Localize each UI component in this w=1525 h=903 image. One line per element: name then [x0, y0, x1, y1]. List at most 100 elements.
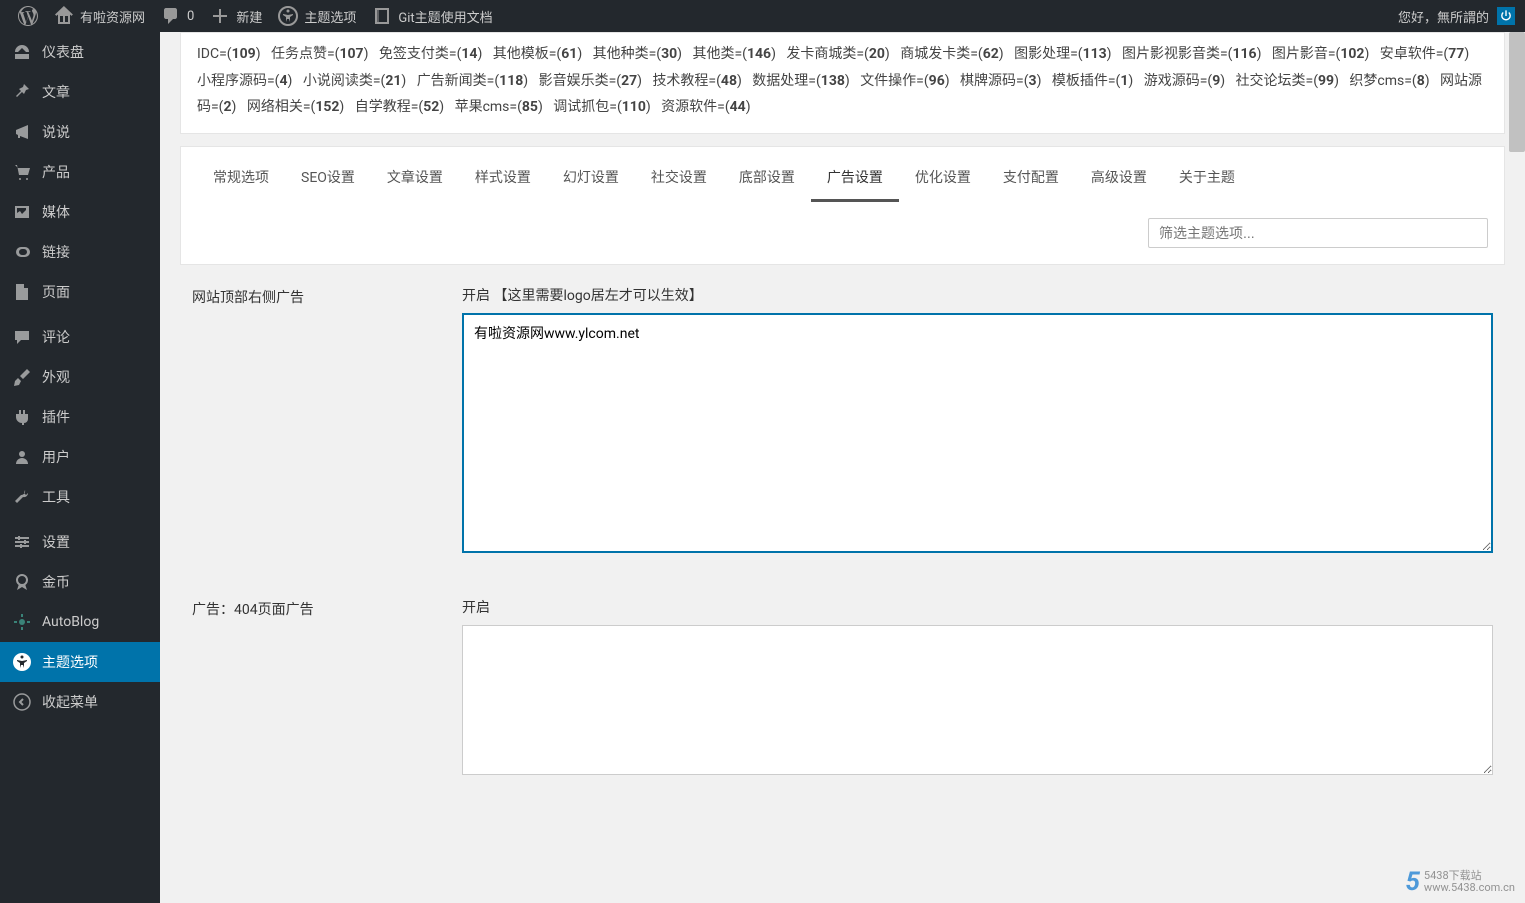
- greeting[interactable]: 您好，無所謂的: [1398, 7, 1489, 26]
- tag-item[interactable]: 广告新闻类=(118): [417, 73, 528, 89]
- page-icon: [12, 282, 32, 302]
- tab-item[interactable]: 社交设置: [635, 161, 723, 202]
- tag-item[interactable]: 发卡商城类=(20): [786, 46, 889, 62]
- tag-item[interactable]: 商城发卡类=(62): [900, 46, 1003, 62]
- theme-options-link[interactable]: 主题选项: [270, 0, 364, 32]
- field-title: 开启 【这里需要logo居左才可以生效】: [462, 285, 1493, 305]
- sidebar-item-label: 金币: [42, 572, 70, 592]
- top-right-ad-textarea[interactable]: [462, 313, 1493, 553]
- sidebar-item-label: 收起菜单: [42, 692, 98, 712]
- tag-item[interactable]: 棋牌源码=(3): [960, 73, 1041, 89]
- tab-item[interactable]: 常规选项: [197, 161, 285, 202]
- sidebar-item-label: 说说: [42, 122, 70, 142]
- tag-item[interactable]: 技术教程=(48): [652, 73, 741, 89]
- tag-item[interactable]: 数据处理=(138): [752, 73, 849, 89]
- sidebar-item-collapse[interactable]: 收起菜单: [0, 682, 160, 722]
- sidebar-item-link[interactable]: 链接: [0, 232, 160, 272]
- tab-item[interactable]: 高级设置: [1075, 161, 1163, 202]
- tab-item[interactable]: 幻灯设置: [547, 161, 635, 202]
- tag-item[interactable]: IDC=(109): [197, 46, 261, 62]
- tag-item[interactable]: 其他类=(146): [692, 46, 775, 62]
- watermark: 5 5438下载站 www.5438.com.cn: [1405, 867, 1515, 897]
- tab-item[interactable]: 样式设置: [459, 161, 547, 202]
- field-label: 广告：404页面广告: [192, 597, 432, 779]
- tag-item[interactable]: 资源软件=(44): [661, 99, 750, 115]
- tab-item[interactable]: 支付配置: [987, 161, 1075, 202]
- sidebar-item-label: 用户: [42, 447, 70, 467]
- tag-item[interactable]: 图片影视影音类=(116): [1122, 46, 1261, 62]
- tabs-nav: 常规选项SEO设置文章设置样式设置幻灯设置社交设置底部设置广告设置优化设置支付配…: [197, 147, 1488, 202]
- sidebar-item-brush[interactable]: 外观: [0, 357, 160, 397]
- book-icon: [372, 6, 392, 26]
- link-icon: [12, 242, 32, 262]
- comment-icon: [161, 6, 181, 26]
- sidebar-item-user[interactable]: 用户: [0, 437, 160, 477]
- tag-item[interactable]: 社交论坛类=(99): [1236, 73, 1339, 89]
- git-docs-label: Git主题使用文档: [398, 7, 492, 26]
- tab-item[interactable]: 关于主题: [1163, 161, 1251, 202]
- site-name-link[interactable]: 有啦资源网: [46, 0, 153, 32]
- sidebar-item-label: 文章: [42, 82, 70, 102]
- tag-item[interactable]: 影音娱乐类=(27): [539, 73, 642, 89]
- tag-item[interactable]: 小说阅读类=(21): [303, 73, 406, 89]
- tag-item[interactable]: 苹果cms=(85): [455, 99, 543, 115]
- user-icon: [12, 447, 32, 467]
- sidebar-item-cart[interactable]: 产品: [0, 152, 160, 192]
- tag-item[interactable]: 织梦cms=(8): [1349, 73, 1429, 89]
- tab-item[interactable]: 优化设置: [899, 161, 987, 202]
- tab-item[interactable]: 文章设置: [371, 161, 459, 202]
- megaphone-icon: [12, 122, 32, 142]
- filter-input[interactable]: [1148, 218, 1488, 248]
- autoblog-icon: [12, 612, 32, 632]
- tag-item[interactable]: 安卓软件=(77): [1380, 46, 1469, 62]
- sidebar-item-label: 工具: [42, 487, 70, 507]
- comment-icon: [12, 327, 32, 347]
- tag-item[interactable]: 其他模板=(61): [493, 46, 582, 62]
- sidebar-item-label: AutoBlog: [42, 614, 99, 630]
- tag-item[interactable]: 图影处理=(113): [1014, 46, 1111, 62]
- site-name: 有啦资源网: [80, 7, 145, 26]
- sidebar-item-comment[interactable]: 评论: [0, 317, 160, 357]
- tag-item[interactable]: 网络相关=(152): [247, 99, 344, 115]
- avatar[interactable]: [1497, 7, 1515, 25]
- tag-item[interactable]: 模板插件=(1): [1052, 73, 1133, 89]
- tabs-container: 常规选项SEO设置文章设置样式设置幻灯设置社交设置底部设置广告设置优化设置支付配…: [180, 146, 1505, 265]
- tag-item[interactable]: 其他种类=(30): [593, 46, 682, 62]
- tag-item[interactable]: 调试抓包=(110): [553, 99, 650, 115]
- sidebar-item-award[interactable]: 金币: [0, 562, 160, 602]
- tab-item[interactable]: 广告设置: [811, 161, 899, 202]
- main-content: IDC=(109) 任务点赞=(107) 免签支付类=(14) 其他模板=(61…: [160, 32, 1525, 839]
- sidebar-item-dashboard[interactable]: 仪表盘: [0, 32, 160, 72]
- theme-options-label: 主题选项: [304, 7, 356, 26]
- new-item-link[interactable]: 新建: [202, 0, 270, 32]
- sidebar-item-plugin[interactable]: 插件: [0, 397, 160, 437]
- tab-item[interactable]: 底部设置: [723, 161, 811, 202]
- settings-icon: [12, 532, 32, 552]
- tab-item[interactable]: SEO设置: [285, 161, 371, 202]
- tag-item[interactable]: 任务点赞=(107): [271, 46, 368, 62]
- home-icon: [54, 6, 74, 26]
- wp-logo[interactable]: [10, 0, 46, 32]
- sidebar-item-media[interactable]: 媒体: [0, 192, 160, 232]
- sidebar-item-megaphone[interactable]: 说说: [0, 112, 160, 152]
- brush-icon: [12, 367, 32, 387]
- sidebar-item-settings[interactable]: 设置: [0, 522, 160, 562]
- sidebar-item-label: 产品: [42, 162, 70, 182]
- tag-item[interactable]: 小程序源码=(4): [197, 73, 292, 89]
- tag-item[interactable]: 文件操作=(96): [860, 73, 949, 89]
- tag-item[interactable]: 免签支付类=(14): [379, 46, 482, 62]
- sidebar-item-tools[interactable]: 工具: [0, 477, 160, 517]
- sidebar-item-label: 外观: [42, 367, 70, 387]
- tag-item[interactable]: 游戏源码=(9): [1144, 73, 1225, 89]
- sidebar-item-label: 设置: [42, 532, 70, 552]
- tag-item[interactable]: 图片影音=(102): [1272, 46, 1369, 62]
- sidebar-item-accessibility[interactable]: 主题选项: [0, 642, 160, 682]
- comments-link[interactable]: 0: [153, 0, 202, 32]
- ad-404-textarea[interactable]: [462, 625, 1493, 775]
- sidebar-item-autoblog[interactable]: AutoBlog: [0, 602, 160, 642]
- tag-item[interactable]: 自学教程=(52): [355, 99, 444, 115]
- sidebar-item-page[interactable]: 页面: [0, 272, 160, 312]
- sidebar-item-pin[interactable]: 文章: [0, 72, 160, 112]
- git-docs-link[interactable]: Git主题使用文档: [364, 0, 500, 32]
- sidebar-item-label: 主题选项: [42, 652, 98, 672]
